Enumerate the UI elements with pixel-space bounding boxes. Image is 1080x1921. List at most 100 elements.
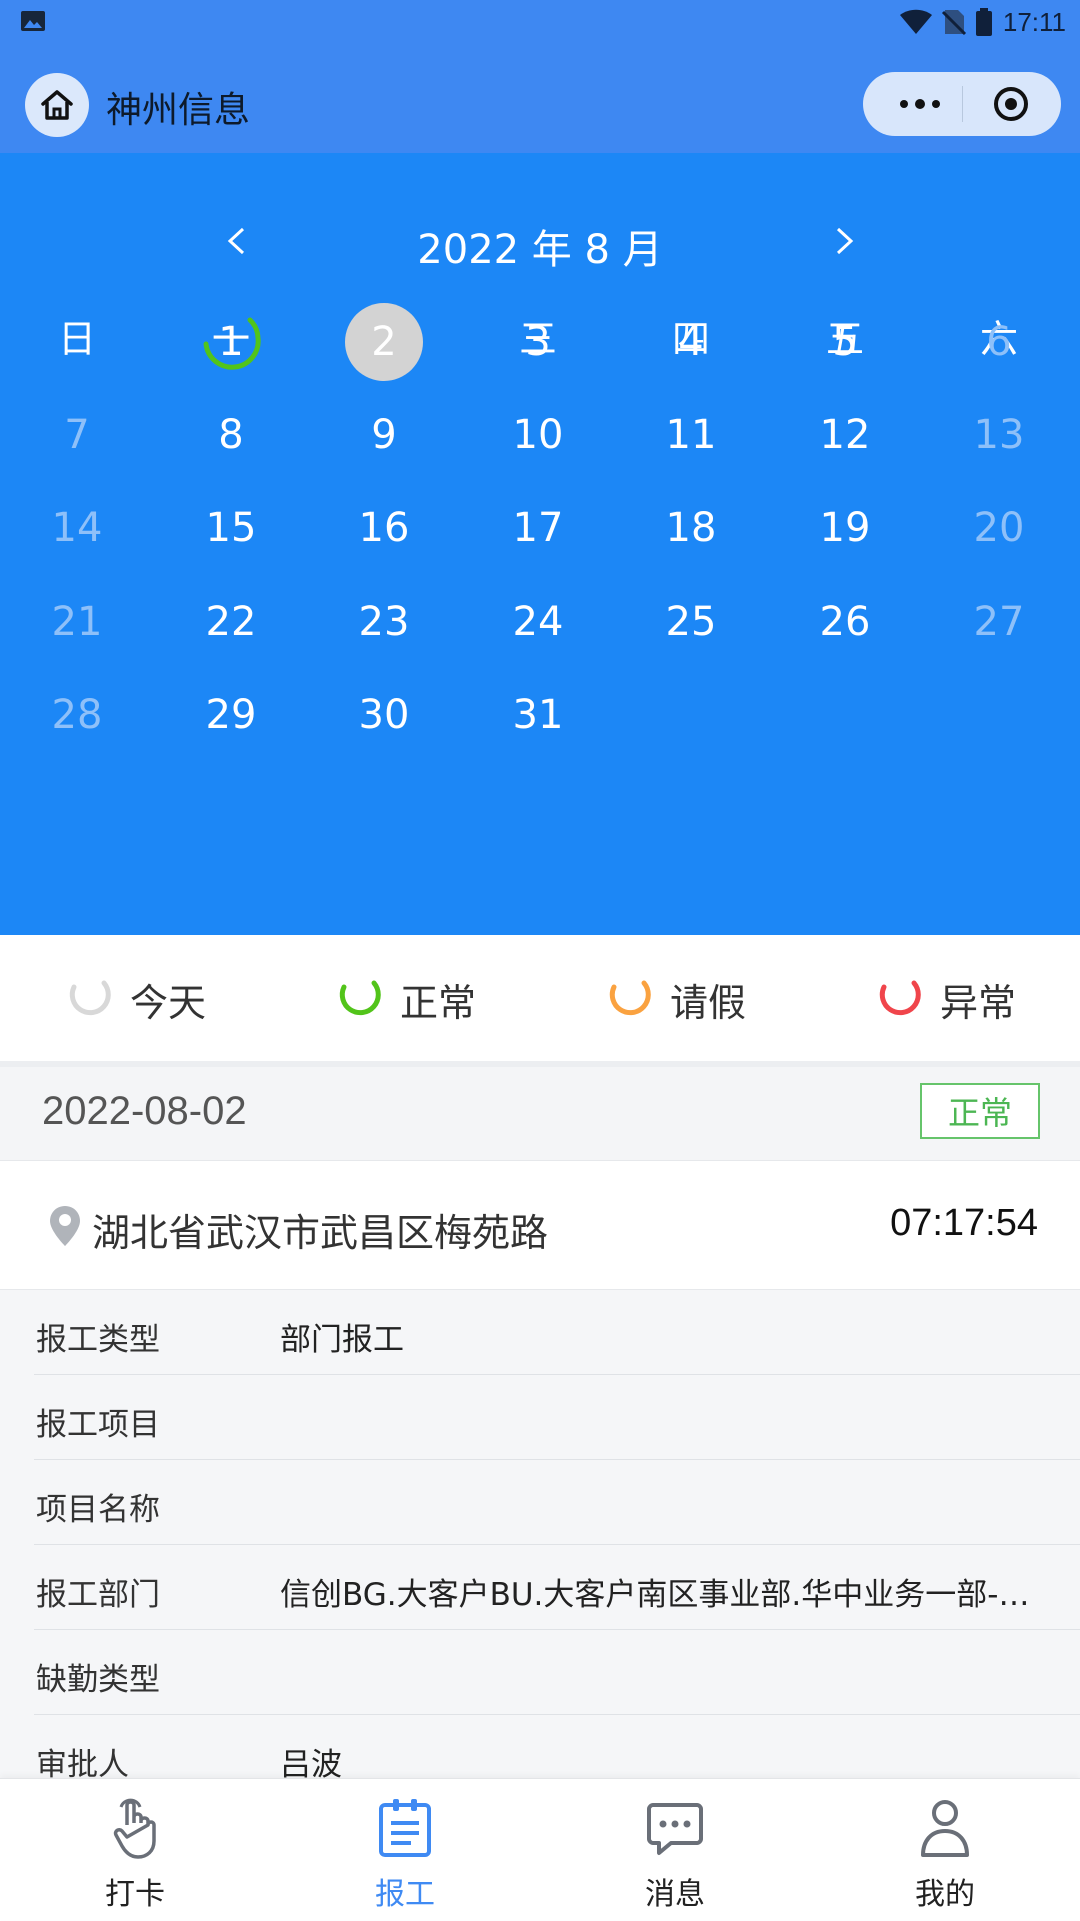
calendar-day-number: 23: [358, 599, 410, 645]
calendar-day[interactable]: 20: [922, 488, 1076, 568]
detail-row: 报工部门 信创BG.大客户BU.大客户南区事业部.华中业务一部-…: [34, 1545, 1080, 1630]
calendar-day[interactable]: 26: [768, 582, 922, 662]
calendar-day[interactable]: 7: [0, 395, 154, 475]
calendar-day[interactable]: 30: [307, 675, 461, 755]
calendar-day[interactable]: 31: [461, 675, 615, 755]
tab-checkin[interactable]: 打卡: [0, 1779, 270, 1921]
tab-messages[interactable]: 消息: [540, 1779, 810, 1921]
more-options-icon[interactable]: [895, 72, 945, 136]
calendar-day-number: 26: [819, 599, 871, 645]
calendar-day-number: 7: [64, 412, 90, 458]
status-badge: 正常: [920, 1083, 1040, 1139]
location-row: 湖北省武汉市武昌区梅苑路 07:17:54: [0, 1162, 1080, 1290]
close-miniprogram-icon[interactable]: [993, 86, 1029, 122]
no-sim-icon: [941, 10, 966, 36]
chevron-left-icon: [227, 227, 245, 255]
calendar-day[interactable]: 11: [614, 395, 768, 475]
calendar-day-number: 18: [665, 505, 717, 551]
calendar-day[interactable]: 13: [922, 395, 1076, 475]
detail-row: 报工项目: [34, 1375, 1080, 1460]
calendar-day[interactable]: 27: [922, 582, 1076, 662]
legend-abnormal-label: 异常: [940, 980, 1017, 1025]
calendar-day[interactable]: 4: [614, 302, 768, 382]
record-date: 2022-08-02: [42, 1089, 247, 1133]
calendar-day[interactable]: 1: [154, 302, 308, 382]
tab-bar: 打卡 报工 消息 我的: [0, 1778, 1080, 1920]
wifi-icon: [899, 9, 932, 34]
calendar-day[interactable]: 24: [461, 582, 615, 662]
calendar-day[interactable]: 9: [307, 395, 461, 475]
detail-label: 报工类型: [36, 1322, 160, 1358]
calendar-day[interactable]: 23: [307, 582, 461, 662]
report-details: 报工类型 部门报工 报工项目 项目名称报工部门 信创BG.大客户BU.大客户南区事业部.…: [0, 1290, 1080, 1800]
calendar-day[interactable]: 3: [461, 302, 615, 382]
calendar-day-number: 20: [973, 505, 1025, 551]
home-button[interactable]: [25, 73, 89, 137]
detail-row: 项目名称: [34, 1460, 1080, 1545]
prev-month-button[interactable]: [206, 211, 266, 271]
tab-report[interactable]: 报工: [270, 1779, 540, 1921]
calendar-day-number: 9: [371, 412, 397, 458]
tap-hand-icon: [113, 1798, 156, 1859]
calendar-day-number: 30: [358, 692, 410, 738]
calendar-day-number: 27: [973, 599, 1025, 645]
calendar-day[interactable]: 6: [922, 302, 1076, 382]
calendar-day-number: 12: [819, 412, 871, 458]
calendar-day[interactable]: 25: [614, 582, 768, 662]
calendar-day[interactable]: 5: [768, 302, 922, 382]
next-month-button[interactable]: [815, 211, 875, 271]
calendar-day[interactable]: 14: [0, 488, 154, 568]
detail-label: 报工部门: [36, 1577, 160, 1613]
calendar-day[interactable]: 18: [614, 488, 768, 568]
detail-value: 信创BG.大客户BU.大客户南区事业部.华中业务一部-…: [280, 1577, 1030, 1613]
calendar-day[interactable]: 22: [154, 582, 308, 662]
tab-mine-label: 我的: [915, 1877, 975, 1912]
legend: 今天 正常 请假 异常: [0, 935, 1080, 1061]
chat-bubble-icon: [647, 1803, 703, 1855]
calendar-day-number: 8: [218, 412, 244, 458]
calendar-day[interactable]: 17: [461, 488, 615, 568]
detail-row: 报工类型 部门报工: [34, 1290, 1080, 1375]
calendar-day-number: 25: [665, 599, 717, 645]
calendar-day[interactable]: 28: [0, 675, 154, 755]
calendar-day-number: 22: [205, 599, 257, 645]
legend-leave-label: 请假: [670, 980, 747, 1025]
week-row: 1 2 3 4 5 6: [0, 302, 1080, 382]
capsule-divider: [962, 86, 963, 122]
week-row: 21 22 23 24 25 26 27: [0, 582, 1080, 662]
app-title: 神州信息: [106, 90, 251, 131]
calendar-day-number: 28: [51, 692, 103, 738]
tab-checkin-label: 打卡: [105, 1877, 165, 1912]
tab-mine[interactable]: 我的: [810, 1779, 1080, 1921]
calendar-day[interactable]: 12: [768, 395, 922, 475]
location-pin-icon: [50, 1206, 80, 1246]
tab-report-label: 报工: [375, 1877, 435, 1912]
image-notification-icon: [21, 11, 45, 31]
calendar-day-number: 19: [819, 505, 871, 551]
calendar-day[interactable]: 8: [154, 395, 308, 475]
calendar-day[interactable]: 2: [307, 302, 461, 382]
calendar-day[interactable]: 16: [307, 488, 461, 568]
calendar-day-number: 24: [512, 599, 564, 645]
calendar-day-number: 1: [218, 319, 244, 365]
calendar-day-number: 2: [371, 319, 397, 365]
app-bar: 神州信息: [0, 43, 1080, 153]
calendar-day-number: 17: [512, 505, 564, 551]
calendar-day-number: 6: [986, 319, 1012, 365]
calendar-day[interactable]: 29: [154, 675, 308, 755]
calendar-day-number: 11: [665, 412, 717, 458]
calendar-day-number: 21: [51, 599, 103, 645]
calendar-day[interactable]: 10: [461, 395, 615, 475]
capsule-menu: [863, 72, 1061, 136]
legend-today: 今天: [60, 969, 206, 1029]
legend-abnormal: 异常: [870, 969, 1016, 1029]
calendar-day[interactable]: 19: [768, 488, 922, 568]
legend-today-label: 今天: [130, 980, 207, 1025]
today-ring-icon: [69, 980, 111, 1016]
calendar-day[interactable]: 15: [154, 488, 308, 568]
week-row: 7 8 9 10 11 12 13: [0, 395, 1080, 475]
legend-normal-label: 正常: [400, 980, 477, 1025]
calendar-day[interactable]: 21: [0, 582, 154, 662]
detail-label: 缺勤类型: [36, 1662, 160, 1698]
chevron-right-icon: [836, 227, 854, 255]
